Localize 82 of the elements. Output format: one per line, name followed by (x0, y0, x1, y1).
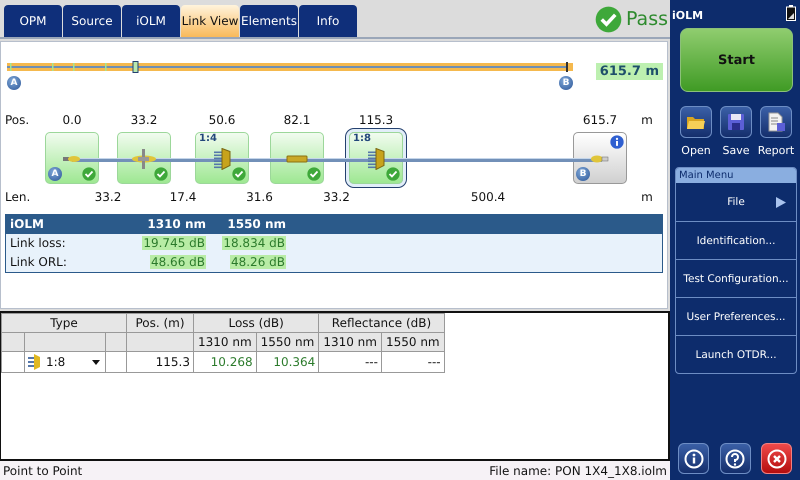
end-marker: A (48, 166, 62, 181)
summary-header: iOLM (9, 217, 44, 232)
summary-value: 48.26 dB (230, 255, 286, 270)
length-value: 33.2 (323, 190, 350, 204)
position-unit: m (641, 112, 653, 127)
split-ratio: 1:8 (353, 132, 371, 144)
tab[interactable]: iOLM (122, 4, 180, 37)
table-cell: --- (318, 352, 382, 373)
menu-item[interactable]: Launch OTDR... (676, 335, 796, 373)
splitter-icon (368, 148, 384, 170)
table-cell: 115.3 (126, 352, 194, 373)
battery-icon (786, 5, 796, 21)
element-card[interactable] (117, 132, 171, 184)
summary-value: 19.745 dB (142, 236, 206, 250)
position-value: 33.2 (130, 112, 158, 127)
length-value: 31.6 (246, 190, 273, 204)
length-value: 500.4 (470, 190, 506, 204)
table-cell: 10.364 (256, 352, 319, 373)
position-value: 0.0 (62, 112, 82, 127)
column-header: Pos. (m) (126, 314, 194, 333)
end-marker: B (559, 76, 573, 90)
summary-value: 48.66 dB (150, 255, 206, 270)
start-button[interactable]: Start (680, 28, 793, 92)
summary-header: 1550 nm (227, 217, 286, 232)
length-label: Len. (5, 190, 30, 204)
link-length: 615.7 m (596, 62, 663, 80)
summary-value: 18.834 dB (222, 236, 286, 250)
menu-item[interactable]: User Preferences... (676, 297, 796, 335)
column-header: Type (2, 314, 126, 333)
connector-icon (591, 155, 609, 162)
length-unit: m (641, 190, 653, 204)
summary-label: Link loss: (9, 236, 66, 250)
report-icon (766, 112, 786, 132)
menu-item[interactable]: File (676, 183, 796, 221)
info-icon (684, 448, 704, 468)
split-ratio: 1:4 (199, 132, 217, 144)
element-card[interactable] (270, 132, 324, 184)
tab[interactable]: Link View (181, 4, 239, 37)
folder-icon (686, 114, 706, 130)
position-value: 50.6 (208, 112, 236, 127)
column-header: Reflectance (dB) (318, 314, 444, 333)
pass-check-icon (594, 6, 622, 33)
table-cell: 10.268 (194, 352, 256, 373)
close-button[interactable] (761, 443, 792, 474)
menu-item[interactable]: Test Configuration... (676, 259, 796, 297)
splitter-icon (214, 148, 230, 170)
column-header: 1310 nm (318, 332, 382, 352)
status-mode: Point to Point (3, 464, 82, 478)
info-button[interactable] (678, 443, 709, 474)
tab[interactable]: Elements (240, 4, 298, 37)
position-value: 115.3 (358, 112, 394, 127)
column-header: 1310 nm (194, 332, 256, 352)
column-header: Loss (dB) (194, 314, 319, 333)
start-marker: A (7, 76, 21, 90)
help-icon (725, 448, 745, 468)
position-value: 615.7 (582, 112, 618, 127)
file-name: File name: PON 1X4_1X8.iolm (489, 464, 667, 478)
position-value: 82.1 (284, 112, 310, 127)
panel-title: iOLM (672, 9, 704, 22)
column-header: 1550 nm (256, 332, 319, 352)
length-value: 33.2 (94, 190, 122, 204)
length-value: 17.4 (170, 190, 196, 204)
tab[interactable]: OPM (4, 4, 62, 37)
element-card[interactable]: 1:4 (195, 132, 249, 184)
table-cell: --- (381, 352, 444, 373)
tab[interactable]: Source (63, 4, 121, 37)
menu-title: Main Menu (676, 168, 796, 183)
position-label: Pos. (5, 112, 30, 127)
caret-icon (92, 360, 100, 365)
column-header: 1550 nm (381, 332, 444, 352)
close-icon (766, 448, 786, 468)
menu-item[interactable]: Identification... (676, 221, 796, 259)
summary-header: 1310 nm (147, 217, 206, 232)
tab[interactable]: Info (299, 4, 357, 37)
help-button[interactable] (720, 443, 750, 474)
verdict-label: Pass (626, 8, 668, 30)
connector-icon (63, 156, 81, 162)
end-marker: B (576, 166, 590, 181)
summary-label: Link ORL: (9, 255, 67, 270)
splice-icon (132, 148, 156, 169)
submenu-arrow-icon (776, 196, 786, 208)
sleeve-icon (286, 155, 308, 162)
